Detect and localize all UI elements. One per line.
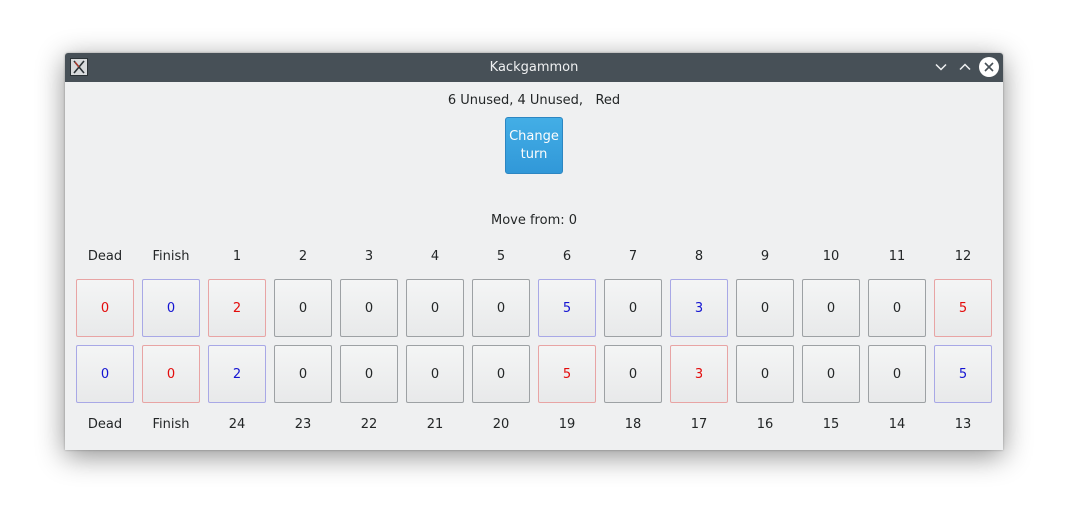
top-label-9: 8	[694, 249, 704, 264]
bottom-point-button[interactable]: 5	[934, 345, 992, 403]
top-point-button[interactable]: 0	[406, 279, 464, 337]
top-point-button[interactable]: 2	[208, 279, 266, 337]
title-bar[interactable]: Kackgammon	[65, 53, 1003, 82]
top-label-4: 3	[364, 249, 374, 264]
bottom-label-0: Dead	[87, 417, 123, 432]
top-point-button[interactable]: 0	[142, 279, 200, 337]
status-text: 6 Unused, 4 Unused, Red	[447, 93, 621, 108]
minimize-button[interactable]	[931, 57, 951, 77]
top-points-row: 00200005030005	[65, 279, 1003, 337]
top-label-12: 11	[888, 249, 906, 264]
close-button[interactable]	[979, 57, 999, 77]
bottom-point-button[interactable]: 0	[736, 345, 794, 403]
chevron-down-icon	[935, 63, 947, 71]
top-label-0: Dead	[87, 249, 123, 264]
top-point-button[interactable]: 0	[604, 279, 662, 337]
top-point-button[interactable]: 5	[538, 279, 596, 337]
top-label-11: 10	[822, 249, 840, 264]
top-point-button[interactable]: 3	[670, 279, 728, 337]
bottom-label-8: 18	[624, 417, 642, 432]
top-label-7: 6	[562, 249, 572, 264]
window-title: Kackgammon	[489, 60, 579, 75]
top-label-5: 4	[430, 249, 440, 264]
close-icon	[984, 62, 994, 72]
bottom-label-11: 15	[822, 417, 840, 432]
bottom-point-button[interactable]: 2	[208, 345, 266, 403]
bottom-point-button[interactable]: 0	[340, 345, 398, 403]
maximize-button[interactable]	[955, 57, 975, 77]
bottom-label-12: 14	[888, 417, 906, 432]
top-point-button[interactable]: 0	[736, 279, 794, 337]
top-point-button[interactable]: 0	[802, 279, 860, 337]
top-point-labels: Dead Finish 1 2 3 4 5 6 7 8 9 10 11 12	[65, 246, 1003, 268]
top-label-13: 12	[954, 249, 972, 264]
bottom-points-row: 00200005030005	[65, 345, 1003, 403]
top-point-button[interactable]: 0	[340, 279, 398, 337]
top-label-6: 5	[496, 249, 506, 264]
top-point-button[interactable]: 0	[76, 279, 134, 337]
bottom-label-2: 24	[228, 417, 246, 432]
top-point-button[interactable]: 0	[868, 279, 926, 337]
bottom-point-button[interactable]: 0	[472, 345, 530, 403]
bottom-label-4: 22	[360, 417, 378, 432]
top-label-1: Finish	[152, 249, 190, 264]
bottom-point-button[interactable]: 0	[406, 345, 464, 403]
top-label-3: 2	[298, 249, 308, 264]
bottom-point-button[interactable]: 0	[604, 345, 662, 403]
top-point-button[interactable]: 0	[274, 279, 332, 337]
bottom-point-button[interactable]: 0	[802, 345, 860, 403]
change-turn-button[interactable]: Change turn	[505, 117, 563, 174]
bottom-label-3: 23	[294, 417, 312, 432]
bottom-label-7: 19	[558, 417, 576, 432]
bottom-point-button[interactable]: 0	[142, 345, 200, 403]
top-label-10: 9	[760, 249, 770, 264]
bottom-point-button[interactable]: 3	[670, 345, 728, 403]
move-from-label: Move from: 0	[490, 213, 578, 228]
bottom-label-6: 20	[492, 417, 510, 432]
bottom-label-10: 16	[756, 417, 774, 432]
chevron-up-icon	[959, 63, 971, 71]
app-window: Kackgammon 6 Unused, 4 Unused, Red Chang…	[65, 53, 1003, 450]
bottom-label-1: Finish	[152, 417, 190, 432]
bottom-point-button[interactable]: 5	[538, 345, 596, 403]
bottom-label-5: 21	[426, 417, 444, 432]
bottom-point-button[interactable]: 0	[274, 345, 332, 403]
top-point-button[interactable]: 5	[934, 279, 992, 337]
bottom-point-labels: Dead Finish 24 23 22 21 20 19 18 17 16 15 14 13	[65, 414, 1003, 436]
bottom-label-9: 17	[690, 417, 708, 432]
bottom-point-button[interactable]: 0	[868, 345, 926, 403]
top-point-button[interactable]: 0	[472, 279, 530, 337]
bottom-point-button[interactable]: 0	[76, 345, 134, 403]
bottom-label-13: 13	[954, 417, 972, 432]
top-label-2: 1	[232, 249, 242, 264]
top-label-8: 7	[628, 249, 638, 264]
